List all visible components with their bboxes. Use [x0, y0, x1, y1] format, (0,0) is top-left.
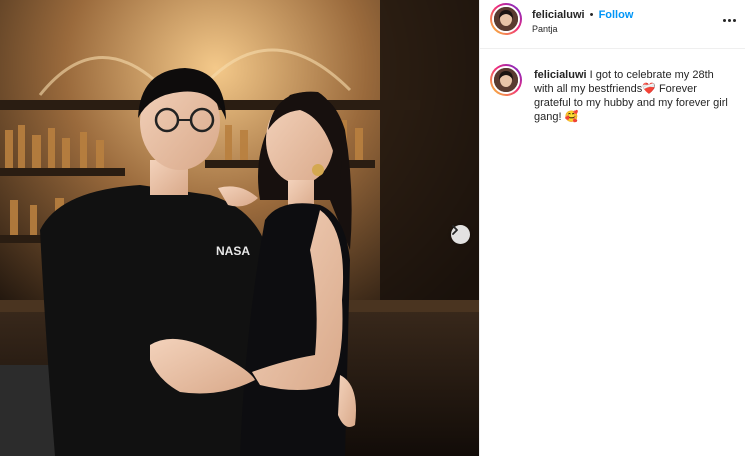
- avatar-image: [494, 68, 518, 92]
- photo-scene: NASA: [0, 0, 479, 456]
- post-side-panel: felicialuwi • Follow Pantja felicialuwi …: [479, 0, 745, 456]
- caption-avatar[interactable]: [490, 64, 522, 96]
- avatar-image: [494, 7, 518, 31]
- author-avatar[interactable]: [490, 3, 522, 35]
- caption-username[interactable]: felicialuwi: [534, 69, 587, 81]
- caption-text: felicialuwi I got to celebrate my 28th w…: [534, 68, 734, 124]
- next-photo-button[interactable]: [451, 225, 470, 244]
- shirt-print: NASA: [216, 244, 250, 258]
- more-options-icon[interactable]: [721, 13, 737, 27]
- chevron-right-icon: [452, 225, 458, 235]
- separator-dot: •: [589, 9, 594, 21]
- header-user-line: felicialuwi • Follow: [532, 9, 633, 21]
- author-username[interactable]: felicialuwi: [532, 9, 585, 21]
- post-photo[interactable]: NASA: [0, 0, 479, 456]
- follow-button[interactable]: Follow: [599, 9, 634, 21]
- post-header: felicialuwi • Follow Pantja: [480, 0, 745, 49]
- post-location[interactable]: Pantja: [532, 24, 558, 34]
